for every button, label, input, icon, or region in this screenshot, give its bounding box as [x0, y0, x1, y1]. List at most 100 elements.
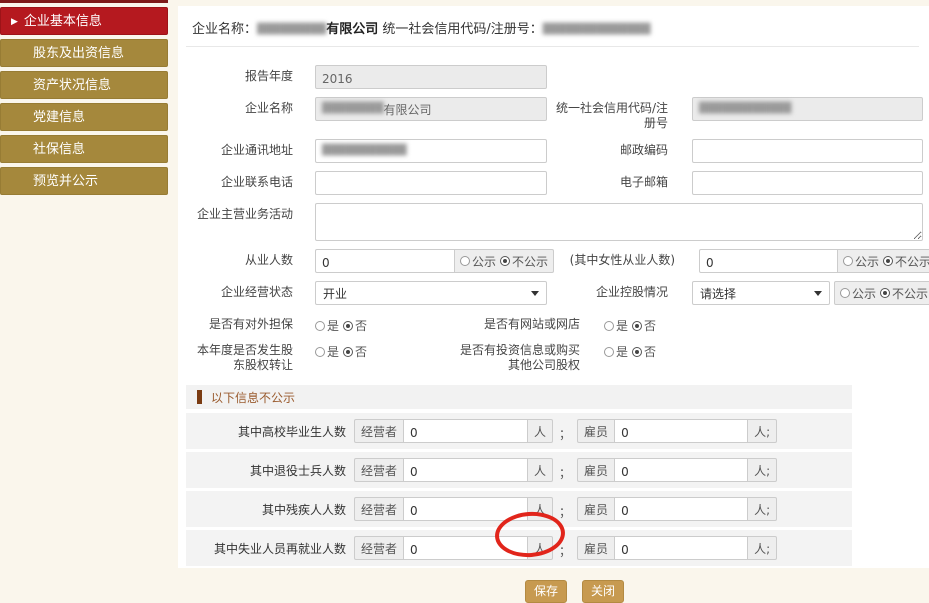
radio-public[interactable]: 公示: [460, 253, 496, 270]
radio-label: 公示: [472, 253, 496, 270]
equity-transfer-label: 本年度是否发生股东股权转让: [186, 339, 293, 373]
company-name-field-label: 企业名称: [186, 97, 293, 116]
disabled-operator-input[interactable]: [403, 497, 528, 521]
sidebar-item-assets[interactable]: 资产状况信息: [0, 71, 168, 99]
radio-yes[interactable]: 是: [315, 317, 339, 334]
sidebar-item-shareholders[interactable]: 股东及出资信息: [0, 39, 168, 67]
employee-addon: 雇员: [577, 497, 614, 521]
staff-count-input[interactable]: [315, 249, 455, 273]
form-row: 从业人数 公示 不公示 (其中女性从业人数) 公示 不公示: [186, 249, 929, 273]
group-separator: ；: [559, 425, 571, 442]
employee-group: 雇员 人;: [577, 497, 777, 521]
group-separator: ；: [559, 542, 571, 559]
radio-checked-icon: [880, 288, 890, 298]
radio-yes[interactable]: 是: [604, 343, 628, 360]
operator-group: 经营者人: [354, 536, 553, 560]
radio-no[interactable]: 否: [632, 343, 656, 360]
email-label: 电子邮箱: [547, 171, 668, 190]
table-row: 其中退役士兵人数 经营者人 ； 雇员人;: [186, 452, 852, 488]
radio-not-public[interactable]: 不公示: [883, 253, 929, 270]
address-label: 企业通讯地址: [186, 139, 293, 158]
address-input-masked: ███████████: [322, 145, 407, 156]
page-header: 企业名称：█████████有限公司 统一社会信用代码/注册号：████████…: [186, 14, 919, 47]
phone-input[interactable]: [315, 171, 547, 195]
sidebar-item-basic-info[interactable]: ▶企业基本信息: [0, 7, 168, 35]
radio-label: 否: [355, 317, 367, 334]
non-public-section-title: 以下信息不公示: [211, 389, 295, 406]
radio-icon: [315, 321, 325, 331]
radio-checked-icon: [343, 321, 353, 331]
graduates-operator-input[interactable]: [403, 419, 528, 443]
sidebar-item-social-security[interactable]: 社保信息: [0, 135, 168, 163]
company-name-input-masked: ████████: [322, 103, 384, 114]
radio-label: 否: [644, 317, 656, 334]
save-button[interactable]: 保存: [525, 580, 567, 603]
sidebar-item-label: 资产状况信息: [33, 78, 111, 93]
radio-not-public[interactable]: 不公示: [500, 253, 548, 270]
group-separator: ；: [559, 464, 571, 481]
operator-addon: 经营者: [354, 419, 403, 443]
sidebar-item-label: 党建信息: [33, 110, 85, 125]
graduates-employee-input[interactable]: [614, 419, 748, 443]
chevron-down-icon: [814, 291, 822, 296]
investment-radio-group: 是 否: [604, 339, 656, 360]
form-row: 企业经营状态 开业 企业控股情况 请选择 公示 不公示: [186, 281, 929, 305]
form-row: 报告年度: [186, 65, 929, 89]
radio-public[interactable]: 公示: [843, 253, 879, 270]
radio-no[interactable]: 否: [343, 317, 367, 334]
sidebar-item-party-building[interactable]: 党建信息: [0, 103, 168, 131]
graduates-label: 其中高校毕业生人数: [186, 423, 346, 440]
holding-status-select[interactable]: 请选择: [692, 281, 830, 305]
group-separator: ；: [559, 503, 571, 520]
radio-not-public[interactable]: 不公示: [880, 285, 928, 302]
sidebar-item-label: 预览并公示: [33, 174, 98, 189]
operating-status-select[interactable]: 开业: [315, 281, 547, 305]
unit-addon: 人: [528, 497, 553, 521]
female-staff-publicity-radio-group: 公示 不公示: [838, 249, 929, 273]
email-input[interactable]: [692, 171, 923, 195]
equity-transfer-radio-group: 是 否: [315, 339, 367, 360]
operating-status-label: 企业经营状态: [186, 281, 293, 300]
unit-addon: 人;: [748, 458, 777, 482]
address-input[interactable]: ███████████: [315, 139, 547, 163]
veterans-employee-input[interactable]: [614, 458, 748, 482]
radio-label: 不公示: [512, 253, 548, 270]
radio-label: 不公示: [892, 285, 928, 302]
radio-yes[interactable]: 是: [315, 343, 339, 360]
female-staff-input[interactable]: [699, 249, 838, 273]
radio-no[interactable]: 否: [343, 343, 367, 360]
non-public-section-header: 以下信息不公示: [186, 385, 852, 409]
report-year-input[interactable]: [315, 65, 547, 89]
website-label: 是否有网站或网店: [459, 313, 580, 332]
radio-public[interactable]: 公示: [840, 285, 876, 302]
radio-label: 是: [327, 317, 339, 334]
close-button[interactable]: 关闭: [582, 580, 624, 603]
postcode-input[interactable]: [692, 139, 923, 163]
unit-addon: 人;: [748, 497, 777, 521]
veterans-operator-input[interactable]: [403, 458, 528, 482]
sidebar-item-preview-publish[interactable]: 预览并公示: [0, 167, 168, 195]
form-row: 企业名称 ████████有限公司 统一社会信用代码/注册号 █████████…: [186, 97, 929, 131]
disabled-employee-input[interactable]: [614, 497, 748, 521]
radio-label: 不公示: [895, 253, 929, 270]
credit-code-input-masked: ████████████: [699, 103, 791, 114]
radio-icon: [604, 321, 614, 331]
operator-addon: 经营者: [354, 497, 403, 521]
radio-yes[interactable]: 是: [604, 317, 628, 334]
employee-addon: 雇员: [577, 458, 614, 482]
company-name-input-suffix: 有限公司: [384, 101, 432, 118]
form-row: 是否有对外担保 是 否 是否有网站或网店 是 否: [186, 313, 929, 334]
operator-addon: 经营者: [354, 536, 403, 560]
business-activity-textarea[interactable]: [315, 203, 923, 241]
reemployed-operator-input[interactable]: [403, 536, 528, 560]
radio-icon: [843, 256, 853, 266]
main-panel: 企业名称：█████████有限公司 统一社会信用代码/注册号：████████…: [178, 6, 929, 568]
employee-group: 雇员 人;: [577, 458, 777, 482]
radio-no[interactable]: 否: [632, 317, 656, 334]
table-row: 其中失业人员再就业人数 经营者人 ； 雇员人;: [186, 530, 852, 566]
radio-icon: [604, 347, 614, 357]
unit-addon: 人;: [748, 536, 777, 560]
reemployed-employee-input[interactable]: [614, 536, 748, 560]
company-name-input[interactable]: ████████有限公司: [315, 97, 547, 121]
credit-code-input[interactable]: ████████████: [692, 97, 923, 121]
